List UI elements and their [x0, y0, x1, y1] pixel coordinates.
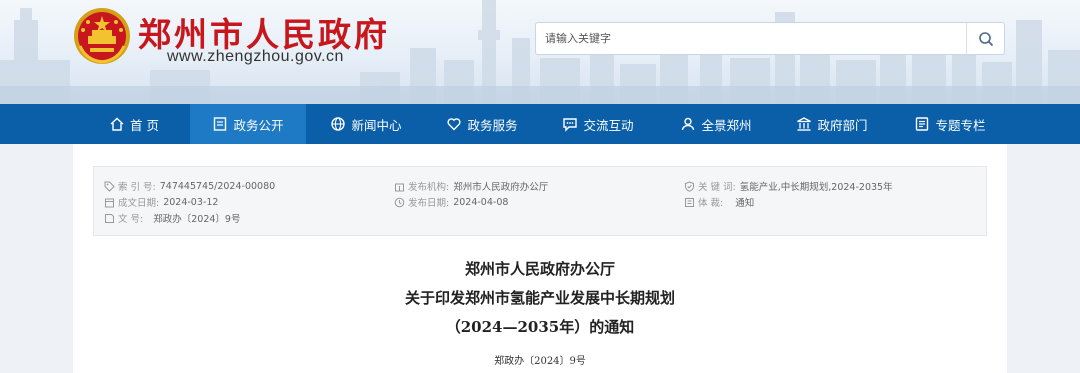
- search-bar: [535, 22, 1005, 55]
- meta-label: 关 键 词:: [698, 182, 736, 193]
- document-metadata-panel: 索 引 号: 747445745/2024-00080 发布机构: 郑州市人民政…: [93, 166, 987, 236]
- nav-item-label: 新闻中心: [351, 117, 402, 133]
- meta-value: 氢能产业,中长期规划,2024-2035年: [739, 182, 893, 193]
- meta-label: 发布机构:: [408, 182, 450, 193]
- site-header: 郑州市人民政府 www.zhengzhou.gov.cn: [0, 0, 1080, 104]
- meta-value: 747445745/2024-00080: [159, 180, 276, 192]
- search-icon: [978, 31, 993, 46]
- document-number-icon: [105, 213, 114, 223]
- document-icon: [685, 197, 694, 207]
- nav-item-label: 政府部门: [817, 117, 868, 133]
- meta-value: 2024-04-08: [453, 196, 509, 208]
- meta-value: 通知: [735, 198, 755, 209]
- nav-item-departments[interactable]: 政府部门: [784, 104, 880, 144]
- meta-index-number: 索 引 号: 747445745/2024-00080: [104, 179, 275, 193]
- nav-item-label: 交流互动: [583, 117, 634, 133]
- shield-check-icon: [685, 180, 694, 192]
- nav-item-interaction[interactable]: 交流互动: [550, 104, 646, 144]
- clock-icon: [394, 197, 405, 207]
- home-icon: [110, 117, 124, 131]
- calendar-icon: [105, 198, 114, 207]
- tag-icon: [104, 181, 115, 192]
- nav-item-services[interactable]: 政务服务: [434, 104, 530, 144]
- search-input[interactable]: [536, 23, 966, 54]
- building-icon: [797, 117, 812, 131]
- meta-document-number: 文 号: 郑政办〔2024〕9号: [104, 211, 240, 225]
- document-title-main: 关于印发郑州市氢能产业发展中长期规划: [404, 289, 675, 307]
- search-button[interactable]: [966, 23, 1004, 54]
- meta-value: 郑政办〔2024〕9号: [153, 214, 241, 225]
- meta-publisher: 发布机构: 郑州市人民政府办公厅: [394, 179, 548, 193]
- nav-item-label: 政务公开: [233, 117, 284, 133]
- nav-item-news[interactable]: 新闻中心: [318, 104, 414, 144]
- chat-icon: [563, 118, 578, 132]
- building-icon: [395, 183, 404, 191]
- nav-item-label: 专题专栏: [935, 117, 986, 133]
- meta-label: 体 裁:: [698, 198, 724, 209]
- meta-keywords: 关 键 词: 氢能产业,中长期规划,2024-2035年: [684, 179, 893, 193]
- nav-item-label: 政务服务: [467, 117, 518, 133]
- users-icon: [682, 117, 695, 131]
- nav-item-topics[interactable]: 专题专栏: [902, 104, 998, 144]
- national-emblem-logo: [74, 8, 130, 64]
- site-url[interactable]: www.zhengzhou.gov.cn: [167, 48, 344, 66]
- document-title-issuer: 郑州市人民政府办公厅: [464, 260, 615, 278]
- meta-label: 发布日期:: [408, 198, 450, 209]
- nav-item-label: 首 页: [130, 117, 159, 133]
- meta-value: 2024-03-12: [163, 196, 219, 208]
- meta-genre: 体 裁: 通知: [684, 195, 754, 209]
- list-icon: [916, 117, 929, 131]
- meta-label: 文 号:: [118, 214, 144, 225]
- globe-icon: [331, 117, 346, 131]
- nav-item-panorama[interactable]: 全景郑州: [668, 104, 764, 144]
- document-title-period: （2024—2035年）的通知: [445, 318, 635, 336]
- document-number: 郑政办〔2024〕9号: [494, 356, 586, 367]
- main-navigation: 首 页 政务公开 新闻中心 政务服务 交流互动 全景郑州 政府部门 专题专栏: [0, 104, 1080, 144]
- meta-label: 成文日期:: [118, 198, 160, 209]
- nav-item-label: 全景郑州: [701, 117, 752, 133]
- meta-value: 郑州市人民政府办公厅: [453, 182, 549, 193]
- article-container: 索 引 号: 747445745/2024-00080 发布机构: 郑州市人民政…: [73, 144, 1007, 373]
- heart-icon: [447, 118, 461, 131]
- nav-item-gov-affairs[interactable]: 政务公开: [190, 104, 306, 144]
- meta-published-date: 发布日期: 2024-04-08: [394, 195, 508, 209]
- document-icon: [214, 117, 227, 131]
- meta-created-date: 成文日期: 2024-03-12: [104, 195, 218, 209]
- nav-item-home[interactable]: 首 页: [88, 104, 180, 144]
- meta-label: 索 引 号:: [118, 182, 156, 193]
